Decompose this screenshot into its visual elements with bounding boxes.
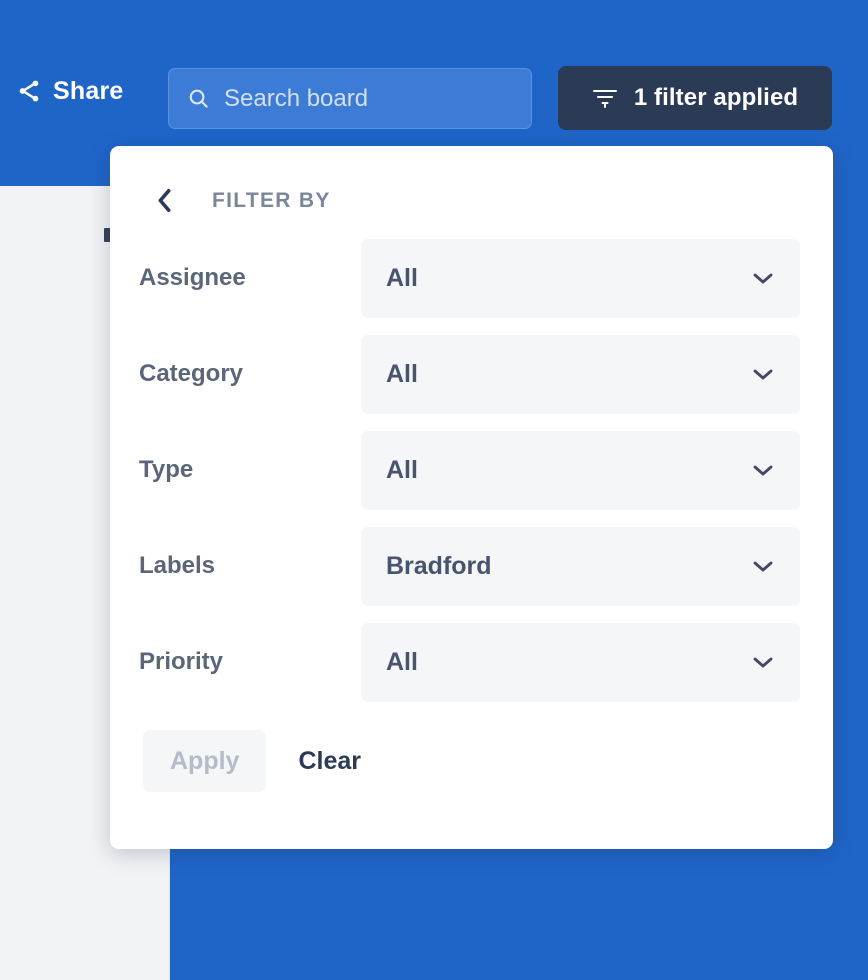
filter-row-type: Type All (139, 422, 800, 518)
chevron-down-icon (752, 271, 774, 285)
filter-row-assignee: Assignee All (139, 230, 800, 326)
category-select-value: All (386, 360, 418, 389)
search-board-field[interactable] (168, 68, 532, 129)
filter-popup-title: FILTER BY (212, 189, 331, 213)
filter-applied-button[interactable]: 1 filter applied (558, 66, 832, 130)
chevron-down-icon (752, 367, 774, 381)
labels-select-value: Bradford (386, 552, 492, 581)
filter-popup-actions: Apply Clear (110, 710, 833, 792)
share-button-label: Share (53, 79, 123, 104)
filter-by-popup: FILTER BY Assignee All Category All (110, 146, 833, 849)
filter-label-assignee: Assignee (139, 264, 361, 292)
filter-row-priority: Priority All (139, 614, 800, 710)
chevron-down-icon (752, 559, 774, 573)
filter-row-labels: Labels Bradford (139, 518, 800, 614)
filter-label-type: Type (139, 456, 361, 484)
share-icon (16, 78, 42, 104)
search-input[interactable] (224, 85, 531, 113)
app-root: Share 1 filter applied FILTER BY (0, 0, 868, 980)
priority-select-value: All (386, 648, 418, 677)
share-button[interactable]: Share (16, 78, 123, 104)
filter-popup-header: FILTER BY (110, 146, 833, 213)
filter-label-category: Category (139, 360, 361, 388)
apply-button[interactable]: Apply (143, 730, 266, 792)
chevron-left-icon[interactable] (155, 188, 174, 213)
filter-label-labels: Labels (139, 552, 361, 580)
filter-label-priority: Priority (139, 648, 361, 676)
type-select-value: All (386, 456, 418, 485)
search-icon (187, 87, 210, 110)
assignee-select-value: All (386, 264, 418, 293)
filter-row-category: Category All (139, 326, 800, 422)
priority-select[interactable]: All (361, 623, 800, 702)
filter-rows: Assignee All Category All Ty (110, 230, 833, 710)
clear-button[interactable]: Clear (292, 747, 367, 776)
assignee-select[interactable]: All (361, 239, 800, 318)
chevron-down-icon (752, 655, 774, 669)
labels-select[interactable]: Bradford (361, 527, 800, 606)
chevron-down-icon (752, 463, 774, 477)
category-select[interactable]: All (361, 335, 800, 414)
filter-funnel-icon (592, 87, 618, 109)
type-select[interactable]: All (361, 431, 800, 510)
filter-applied-label: 1 filter applied (634, 84, 798, 112)
